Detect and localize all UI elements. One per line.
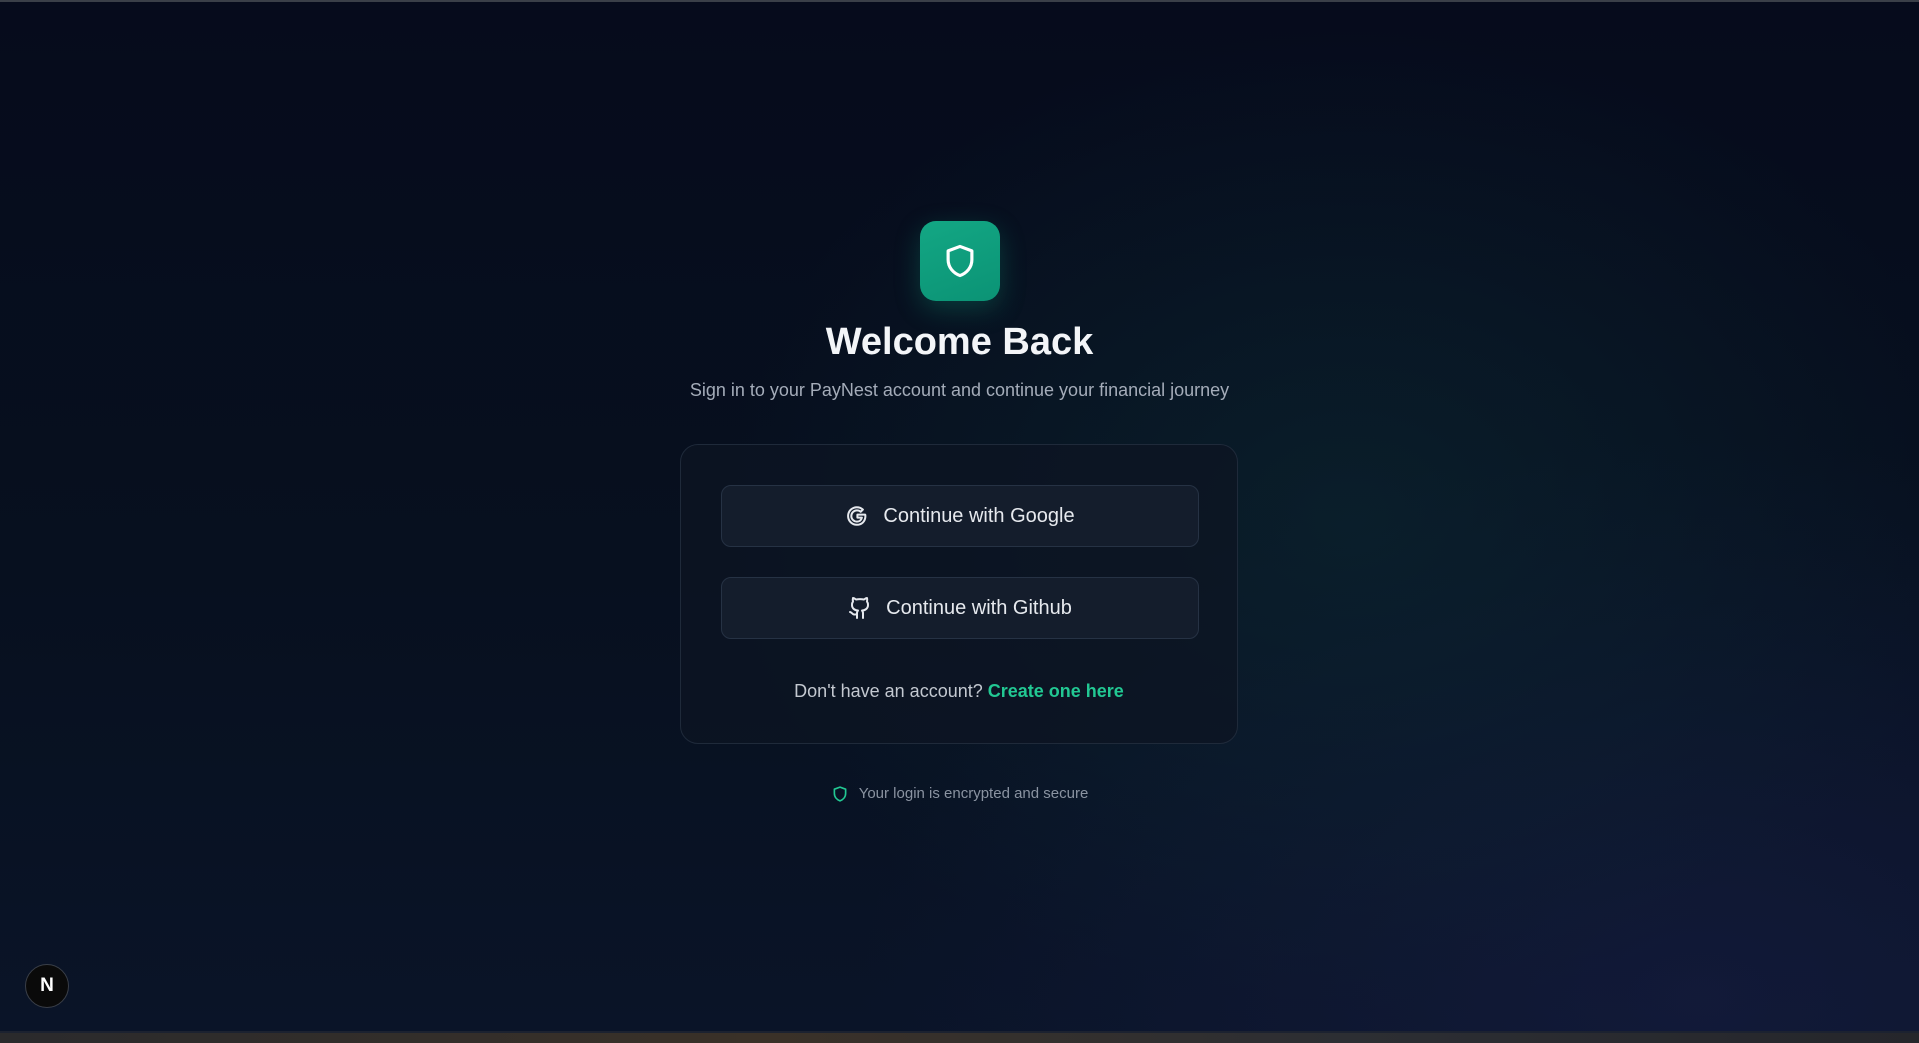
security-note: Your login is encrypted and secure (0, 784, 1919, 804)
github-button-label: Continue with Github (886, 597, 1072, 619)
continue-with-google-button[interactable]: Continue with Google (721, 485, 1199, 547)
continue-with-github-button[interactable]: Continue with Github (721, 577, 1199, 639)
page-title: Welcome Back (825, 321, 1094, 363)
shield-icon (946, 244, 974, 278)
nextjs-icon: N (40, 975, 54, 996)
google-button-label: Continue with Google (883, 505, 1075, 527)
app-logo (920, 221, 1000, 301)
nextjs-dev-badge[interactable]: N (25, 964, 69, 1008)
login-card: Continue with Google Continue with Githu… (680, 444, 1238, 744)
shield-icon (833, 786, 847, 802)
window-top-border (0, 0, 1919, 2)
taskbar-strip (0, 1033, 1919, 1043)
security-note-text: Your login is encrypted and secure (858, 785, 1089, 802)
page-subtitle: Sign in to your PayNest account and cont… (689, 380, 1230, 400)
signup-prompt-text: Don't have an account? (794, 681, 983, 701)
google-icon (845, 504, 869, 528)
signup-prompt: Don't have an account? Create one here (681, 679, 1237, 703)
create-account-link[interactable]: Create one here (988, 681, 1124, 701)
github-icon (848, 596, 872, 620)
